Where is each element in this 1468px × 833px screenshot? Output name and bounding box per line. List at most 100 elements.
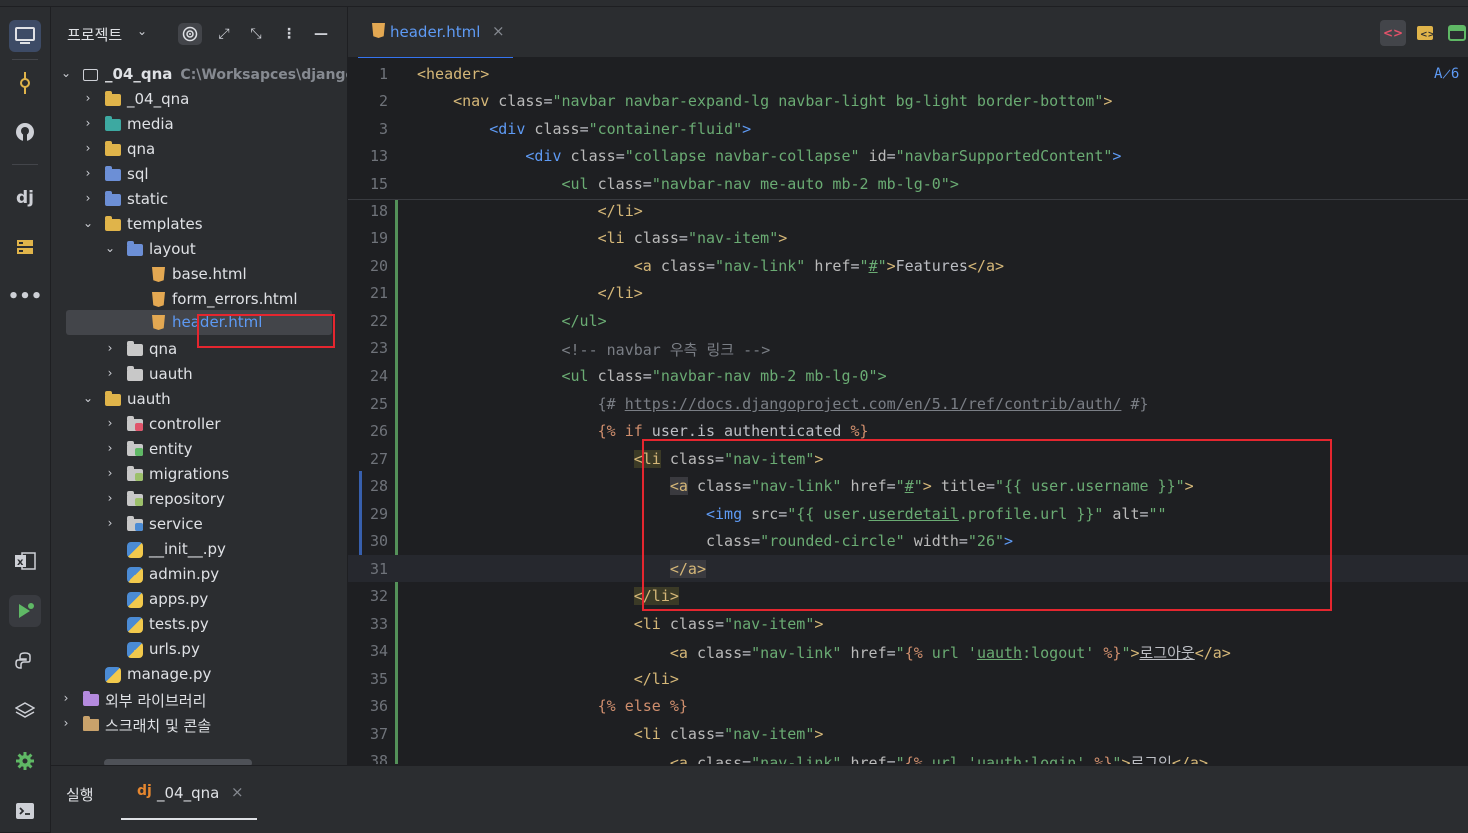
chevron-right-icon[interactable]: › <box>104 441 116 455</box>
code-highlight-box <box>642 439 1332 611</box>
close-icon[interactable]: × <box>492 22 505 40</box>
code-text: <header> <box>417 65 490 83</box>
close-icon[interactable]: × <box>231 783 244 801</box>
chevron-right-icon[interactable]: › <box>104 416 116 430</box>
tree-item-label: uauth <box>127 390 171 408</box>
chevron-right-icon[interactable]: › <box>82 91 94 105</box>
run-tool-icon[interactable] <box>9 595 41 627</box>
tree-item-file[interactable]: urls.py <box>51 638 347 663</box>
code-editor[interactable]: 1 <header> 2 <nav class="navbar navbar-ex… <box>348 58 1468 764</box>
tab-header-html[interactable]: header.html × <box>358 7 513 59</box>
code-text: <!-- navbar 우측 링크 --> <box>561 341 771 359</box>
tree-item-label: entity <box>149 440 193 458</box>
chevron-down-icon[interactable]: ⌄ <box>104 241 116 255</box>
chevron-right-icon[interactable]: › <box>82 141 94 155</box>
collapse-all-icon[interactable]: ⤡ <box>244 23 268 45</box>
tree-item-folder[interactable]: › repository <box>51 488 347 513</box>
tree-item-label: migrations <box>149 465 230 483</box>
chevron-right-icon[interactable]: › <box>104 466 116 480</box>
tree-item-folder[interactable]: › controller <box>51 413 347 438</box>
tree-item-folder[interactable]: › migrations <box>51 463 347 488</box>
code-view-icon[interactable]: <> <box>1380 20 1406 46</box>
line-number: 24 <box>369 367 388 385</box>
tab-label: header.html <box>390 23 481 41</box>
tree-item-file[interactable]: tests.py <box>51 613 347 638</box>
tree-item-file[interactable]: __init__.py <box>51 538 347 563</box>
svg-text:<>: <> <box>1420 30 1434 40</box>
chevron-right-icon[interactable]: › <box>104 341 116 355</box>
tree-item-external-libraries[interactable]: › 외부 라이브러리 <box>51 688 347 713</box>
tree-item-folder[interactable]: › service <box>51 513 347 538</box>
commit-icon[interactable] <box>9 67 41 99</box>
folder-icon <box>127 366 145 383</box>
chevron-down-icon[interactable]: ⌄ <box>82 216 94 230</box>
chevron-down-icon[interactable]: ⌄ <box>137 24 147 38</box>
code-text: {% else %} <box>597 697 688 715</box>
tree-item-folder[interactable]: › _04_qna <box>51 88 347 113</box>
line-number: 28 <box>369 477 388 495</box>
expand-all-icon[interactable]: ⤢ <box>212 23 236 45</box>
options-menu-icon[interactable]: ⋮ <box>277 23 301 45</box>
line-number: 1 <box>378 65 388 83</box>
line-number: 20 <box>369 257 388 275</box>
chevron-down-icon[interactable]: ⌄ <box>60 66 72 80</box>
python-file-icon <box>127 617 145 633</box>
tree-item-folder[interactable]: › uauth <box>51 363 347 388</box>
django-structure-icon[interactable]: dj <box>9 182 41 214</box>
tree-item-folder[interactable]: › sql <box>51 163 347 188</box>
tree-item-label: 외부 라이브러리 <box>105 692 207 710</box>
tree-item-label: qna <box>149 340 178 358</box>
settings-gear-icon[interactable] <box>9 745 41 777</box>
chevron-right-icon[interactable]: › <box>104 516 116 530</box>
resource-folder-icon <box>105 116 123 133</box>
tree-item-scratches[interactable]: › 스크래치 및 콘솔 <box>51 713 347 738</box>
chevron-down-icon[interactable]: ⌄ <box>82 391 94 405</box>
layers-icon[interactable] <box>9 695 41 727</box>
chevron-right-icon[interactable]: › <box>104 366 116 380</box>
project-tool-icon[interactable] <box>9 20 41 52</box>
github-icon[interactable] <box>9 116 41 148</box>
tree-item-project-root[interactable]: ⌄ _04_qna C:\Worksapces\django <box>51 63 347 88</box>
tree-item-folder[interactable]: › entity <box>51 438 347 463</box>
line-number: 21 <box>369 284 388 302</box>
database-icon[interactable] <box>9 231 41 263</box>
tree-item-label: controller <box>149 415 221 433</box>
excel-icon[interactable]: x <box>9 545 41 577</box>
hide-panel-icon[interactable]: — <box>309 23 333 45</box>
chevron-right-icon[interactable]: › <box>82 116 94 130</box>
tree-item-file[interactable]: manage.py <box>51 663 347 688</box>
project-panel-title[interactable]: 프로젝트 <box>67 24 122 45</box>
tree-item-folder[interactable]: ⌄ layout <box>51 238 347 263</box>
code-line: 38 <a class="nav-link" href="{% url 'uau… <box>348 747 1468 764</box>
run-tab[interactable]: dj _04_qna × <box>121 766 257 820</box>
tree-item-folder[interactable]: ⌄ uauth <box>51 388 347 413</box>
chevron-right-icon[interactable]: › <box>60 716 72 730</box>
terminal-icon[interactable] <box>9 795 41 827</box>
line-number: 15 <box>369 175 388 193</box>
tree-item-file[interactable]: base.html <box>51 263 347 288</box>
code-text: {# https://docs.djangoproject.com/en/5.1… <box>597 395 1149 413</box>
code-text: </li> <box>633 587 679 605</box>
tree-item-folder[interactable]: › static <box>51 188 347 213</box>
tree-item-folder[interactable]: › qna <box>51 138 347 163</box>
tree-item-label: layout <box>149 240 196 258</box>
library-icon <box>83 691 101 708</box>
split-view-icon[interactable]: <> <box>1412 20 1438 46</box>
chevron-right-icon[interactable]: › <box>60 691 72 705</box>
chevron-right-icon[interactable]: › <box>82 191 94 205</box>
locate-target-icon[interactable] <box>178 23 202 45</box>
code-text: <div class="container-fluid"> <box>489 120 752 138</box>
tree-item-folder[interactable]: ⌄ templates <box>51 213 347 238</box>
tree-item-file[interactable]: apps.py <box>51 588 347 613</box>
line-number: 23 <box>369 339 388 357</box>
inspection-widget[interactable]: A̷6 <box>1434 66 1459 82</box>
line-number: 37 <box>369 725 388 743</box>
tree-item-file[interactable]: admin.py <box>51 563 347 588</box>
run-tool-window: 실행 dj _04_qna × <box>51 765 1468 833</box>
python-console-icon[interactable] <box>9 645 41 677</box>
preview-view-icon[interactable] <box>1444 20 1468 46</box>
more-tools-icon[interactable]: ••• <box>8 280 43 312</box>
chevron-right-icon[interactable]: › <box>104 491 116 505</box>
chevron-right-icon[interactable]: › <box>82 166 94 180</box>
tree-item-folder[interactable]: › media <box>51 113 347 138</box>
